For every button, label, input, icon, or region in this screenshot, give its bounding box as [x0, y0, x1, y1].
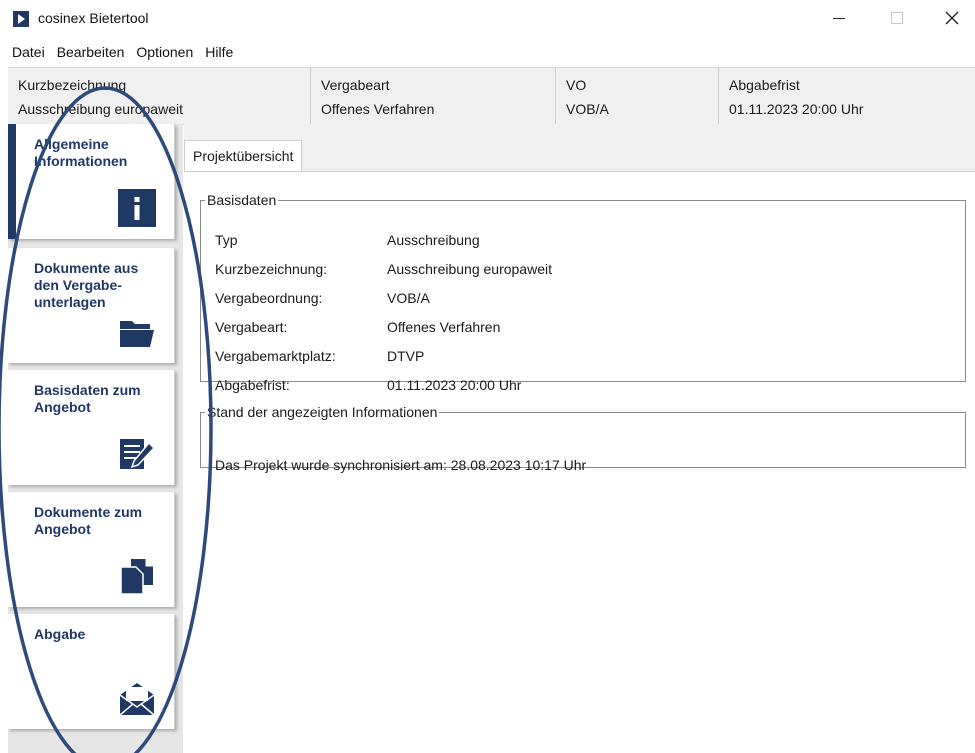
header-vo: VO VOB/A: [556, 68, 719, 124]
kv-key: Vergabemarktplatz:: [215, 348, 336, 364]
sidebar-item-label: Abgabe: [34, 626, 86, 642]
sidebar-item-label: Basisdaten zum Angebot: [34, 382, 141, 415]
project-header: Kurzbezeichnung Ausschreibung europaweit…: [8, 67, 975, 125]
kv-key: Abgabefrist:: [215, 377, 290, 393]
folder-icon: [120, 321, 154, 347]
kv-value: Offenes Verfahren: [387, 319, 501, 335]
stand-group: Stand der angezeigten Informationen Das …: [200, 404, 966, 473]
kv-key: Kurzbezeichnung:: [215, 261, 328, 277]
sidebar-item-allgemeine-informationen[interactable]: Allgemeine Informationen: [8, 124, 175, 239]
kv-key: Typ: [215, 232, 238, 248]
menu-optionen[interactable]: Optionen: [128, 44, 197, 60]
sidebar-item-label: Allgemeine Informationen: [34, 136, 128, 169]
kv-key: Vergabeart:: [215, 319, 288, 335]
envelope-icon: [119, 683, 155, 716]
header-value: Offenes Verfahren: [321, 101, 435, 117]
title-bar: cosinex Bietertool: [0, 0, 975, 40]
header-label: VO: [566, 77, 587, 93]
main-panel: Projektübersicht Basisdaten Typ Ausschre…: [184, 124, 975, 753]
stand-title: Stand der angezeigten Informationen: [207, 404, 438, 420]
header-label: Abgabefrist: [729, 77, 800, 93]
kv-value: DTVP: [387, 348, 425, 364]
info-icon: [118, 189, 156, 227]
header-kurzbezeichnung: Kurzbezeichnung Ausschreibung europaweit: [8, 68, 311, 124]
basisdaten-title: Basisdaten: [207, 192, 277, 208]
header-abgabefrist: Abgabefrist 01.11.2023 20:00 Uhr: [719, 68, 975, 124]
basisdaten-group: Basisdaten Typ Ausschreibung Kurzbezeich…: [200, 192, 966, 393]
header-label: Kurzbezeichnung: [18, 77, 127, 93]
kv-value: VOB/A: [387, 290, 430, 306]
edit-document-icon: [120, 439, 156, 469]
header-label: Vergabeart: [321, 77, 390, 93]
sidebar-nav: Allgemeine Informationen Dokumente aus d…: [8, 124, 183, 753]
close-button[interactable]: [925, 0, 975, 36]
kv-value: 01.11.2023 20:00 Uhr: [387, 377, 522, 393]
documents-icon: [120, 559, 153, 595]
sidebar-item-abgabe[interactable]: Abgabe: [8, 614, 175, 729]
menu-bar: Datei Bearbeiten Optionen Hilfe: [0, 40, 975, 64]
sidebar-item-dokumente-vergabeunterlagen[interactable]: Dokumente aus den Vergabe-unterlagen: [8, 248, 175, 363]
header-value: Ausschreibung europaweit: [18, 101, 183, 117]
tab-panel: Basisdaten Typ Ausschreibung Kurzbezeich…: [184, 171, 975, 753]
minimize-icon: [833, 17, 845, 19]
header-vergabeart: Vergabeart Offenes Verfahren: [311, 68, 556, 124]
sidebar-item-basisdaten-angebot[interactable]: Basisdaten zum Angebot: [8, 370, 175, 485]
sidebar-item-dokumente-angebot[interactable]: Dokumente zum Angebot: [8, 492, 175, 607]
maximize-icon: [891, 12, 903, 24]
app-logo-icon: [13, 11, 29, 27]
menu-bearbeiten[interactable]: Bearbeiten: [49, 44, 129, 60]
app-window: cosinex Bietertool Datei Bearbeiten Opti…: [0, 0, 975, 753]
minimize-button[interactable]: [812, 0, 866, 36]
kv-key: Vergabeordnung:: [215, 290, 323, 306]
header-value: VOB/A: [566, 101, 609, 117]
tab-projektuebersicht[interactable]: Projektübersicht: [184, 140, 303, 171]
kv-value: Ausschreibung: [387, 232, 480, 248]
header-value: 01.11.2023 20:00 Uhr: [729, 101, 864, 117]
sync-status-text: Das Projekt wurde synchronisiert am: 28.…: [215, 457, 587, 473]
close-icon: [945, 11, 959, 25]
kv-value: Ausschreibung europaweit: [387, 261, 552, 277]
menu-hilfe[interactable]: Hilfe: [197, 44, 237, 60]
menu-datei[interactable]: Datei: [0, 44, 49, 60]
sidebar-item-label: Dokumente zum Angebot: [34, 504, 143, 537]
maximize-button[interactable]: [870, 0, 924, 36]
window-title: cosinex Bietertool: [38, 10, 149, 26]
sidebar-item-label: Dokumente aus den Vergabe-unterlagen: [34, 260, 139, 310]
